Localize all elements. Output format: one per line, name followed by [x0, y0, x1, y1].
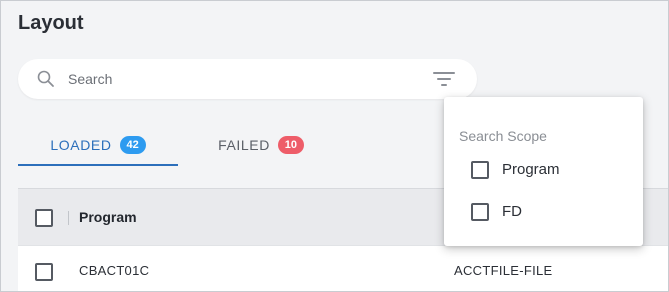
layout-panel: Layout LOADED 42 FAILED 10 Program CBACT… [0, 0, 669, 292]
page-title: Layout [18, 12, 84, 34]
column-header-program[interactable]: Program [79, 209, 137, 225]
scope-program-checkbox[interactable] [471, 161, 489, 179]
scope-option-program[interactable]: Program [471, 160, 591, 180]
search-input[interactable] [68, 59, 428, 99]
failed-count-badge: 10 [277, 136, 304, 154]
scope-fd-label: FD [502, 203, 522, 220]
fd-cell: ACCTFILE-FILE [454, 263, 553, 278]
column-divider [68, 211, 69, 225]
select-all-checkbox[interactable] [35, 209, 53, 227]
tab-failed[interactable]: FAILED 10 [181, 125, 341, 165]
tab-loaded-label: LOADED [50, 137, 112, 153]
search-bar [18, 59, 477, 99]
tab-failed-label: FAILED [218, 137, 270, 153]
scope-fd-checkbox[interactable] [471, 203, 489, 221]
search-scope-popover: Search Scope Program FD [444, 97, 643, 246]
search-scope-title: Search Scope [459, 128, 547, 144]
row-checkbox[interactable] [35, 263, 53, 281]
scope-option-fd[interactable]: FD [471, 202, 591, 222]
table-row[interactable]: CBACT01C ACCTFILE-FILE [18, 245, 668, 291]
search-icon [37, 70, 54, 87]
filter-icon[interactable] [432, 70, 456, 88]
program-cell: CBACT01C [79, 263, 150, 278]
scope-program-label: Program [502, 161, 560, 178]
tab-loaded[interactable]: LOADED 42 [18, 125, 178, 165]
loaded-count-badge: 42 [119, 136, 146, 154]
active-tab-indicator [18, 164, 178, 166]
